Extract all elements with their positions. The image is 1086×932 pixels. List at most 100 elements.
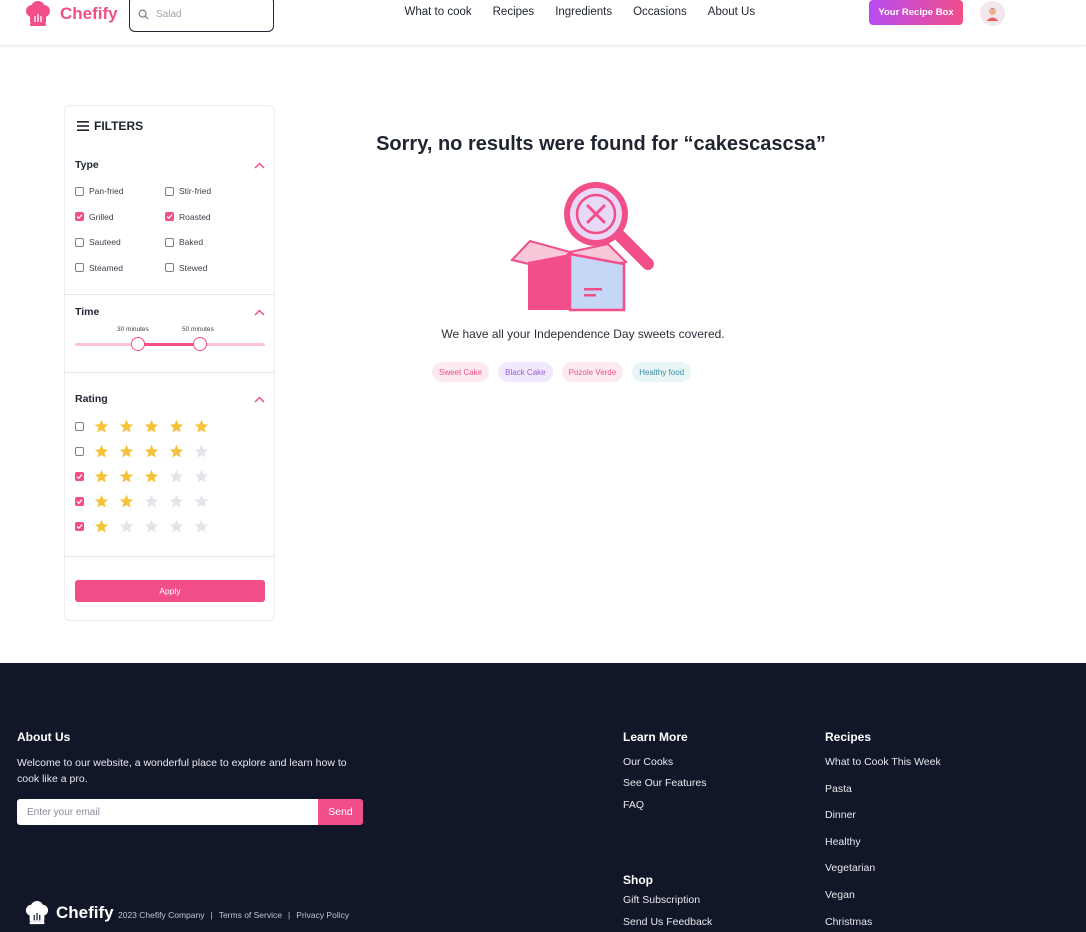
time-slider-min-handle[interactable]	[131, 337, 145, 351]
top-navbar: Chefify What to cook Recipes Ingredients…	[0, 0, 1086, 46]
nav-ingredients[interactable]: Ingredients	[545, 6, 623, 18]
type-section-header[interactable]: Type	[75, 159, 265, 171]
chevron-up-icon[interactable]	[254, 395, 265, 403]
type-option-pan-fried[interactable]: Pan-fried	[75, 186, 124, 196]
main-nav: What to cook Recipes Ingredients Occasio…	[394, 6, 766, 18]
footer-legal: 2023 Chefify Company | Terms of Service …	[118, 910, 349, 920]
type-option-stir-fried[interactable]: Stir-fried	[165, 186, 211, 196]
footer-link-vegetarian[interactable]: Vegetarian	[825, 862, 875, 874]
star-filled-icon	[119, 494, 134, 508]
terms-link[interactable]: Terms of Service	[219, 910, 282, 920]
checkbox[interactable]	[75, 497, 84, 506]
footer-link-faq[interactable]: FAQ	[623, 799, 644, 811]
type-option-roasted[interactable]: Roasted	[165, 212, 211, 222]
star-rating	[94, 519, 209, 534]
site-footer: About Us Welcome to our website, a wonde…	[0, 663, 1086, 932]
separator: |	[287, 910, 291, 920]
checkbox[interactable]	[75, 472, 84, 481]
nav-occasions[interactable]: Occasions	[623, 6, 698, 18]
rating-heading: Rating	[75, 393, 108, 405]
chevron-up-icon[interactable]	[254, 161, 265, 169]
type-heading: Type	[75, 159, 99, 171]
rating-option-5-stars[interactable]	[75, 419, 209, 434]
search-box[interactable]	[129, 0, 274, 32]
star-empty-icon	[194, 519, 209, 533]
chef-hat-icon	[26, 1, 50, 26]
checkbox[interactable]	[165, 186, 174, 196]
checkbox[interactable]	[165, 237, 174, 247]
rating-option-2-stars[interactable]	[75, 494, 209, 509]
time-section-header[interactable]: Time	[75, 306, 265, 318]
star-filled-icon	[94, 469, 109, 483]
checkbox-label: Sauteed	[89, 237, 121, 247]
footer-link-pasta[interactable]: Pasta	[825, 783, 852, 795]
star-empty-icon	[119, 519, 134, 533]
nav-about-us[interactable]: About Us	[697, 6, 765, 18]
tag-healthy-food[interactable]: Healthy food	[632, 362, 692, 382]
nav-what-to-cook[interactable]: What to cook	[394, 6, 482, 18]
brand-name: Chefify	[60, 4, 118, 23]
checkbox[interactable]	[75, 237, 84, 247]
privacy-link[interactable]: Privacy Policy	[296, 910, 349, 920]
time-slider-max-handle[interactable]	[193, 337, 207, 351]
footer-link-feedback[interactable]: Send Us Feedback	[623, 916, 712, 928]
footer-link-vegan[interactable]: Vegan	[825, 889, 855, 901]
tag-black-cake[interactable]: Black Cake	[498, 362, 553, 382]
footer-link-christmas[interactable]: Christmas	[825, 916, 872, 928]
star-empty-icon	[169, 494, 184, 508]
footer-link-what-to-cook[interactable]: What to Cook This Week	[825, 756, 941, 768]
star-filled-icon	[94, 494, 109, 508]
chef-hat-icon	[25, 901, 49, 925]
brand-logo[interactable]: Chefify	[24, 1, 118, 27]
your-recipe-box-button[interactable]: Your Recipe Box	[869, 0, 963, 25]
tag-pozole-verde[interactable]: Pozole Verde	[561, 362, 624, 382]
checkbox[interactable]	[165, 212, 174, 221]
email-field[interactable]	[17, 799, 318, 825]
rating-option-1-stars[interactable]	[75, 519, 209, 534]
rating-section-header[interactable]: Rating	[75, 393, 265, 405]
checkbox[interactable]	[75, 522, 84, 531]
nav-recipes[interactable]: Recipes	[482, 6, 545, 18]
type-option-baked[interactable]: Baked	[165, 237, 203, 247]
menu-icon	[77, 121, 89, 131]
footer-link-healthy[interactable]: Healthy	[825, 836, 861, 848]
rating-option-3-stars[interactable]	[75, 469, 209, 484]
star-filled-icon	[169, 419, 184, 433]
separator: |	[210, 910, 213, 920]
checkbox[interactable]	[75, 447, 84, 456]
footer-link-our-cooks[interactable]: Our Cooks	[623, 756, 673, 768]
star-filled-icon	[119, 469, 134, 483]
rating-option-4-stars[interactable]	[75, 444, 209, 459]
search-input[interactable]	[156, 8, 256, 20]
type-option-sauteed[interactable]: Sauteed	[75, 237, 121, 247]
star-filled-icon	[119, 444, 134, 458]
time-min-label: 30 minutes	[117, 326, 149, 333]
checkbox[interactable]	[75, 186, 84, 196]
star-filled-icon	[194, 419, 209, 433]
send-button[interactable]: Send	[318, 799, 363, 825]
suggested-tags: Sweet Cake Black Cake Pozole Verde Healt…	[432, 362, 692, 382]
checkbox[interactable]	[75, 263, 84, 272]
type-option-grilled[interactable]: Grilled	[75, 212, 114, 222]
apply-button[interactable]: Apply	[75, 580, 265, 602]
footer-about-text: Welcome to our website, a wonderful plac…	[17, 757, 347, 785]
footer-learn-more-heading: Learn More	[623, 730, 688, 744]
user-avatar-icon	[986, 8, 999, 21]
star-rating	[94, 419, 209, 434]
star-filled-icon	[144, 419, 159, 433]
footer-link-features[interactable]: See Our Features	[623, 777, 706, 789]
checkbox[interactable]	[75, 422, 84, 431]
star-rating	[94, 469, 209, 484]
checkbox[interactable]	[75, 212, 84, 221]
footer-link-dinner[interactable]: Dinner	[825, 809, 856, 821]
avatar[interactable]	[980, 1, 1005, 26]
type-option-stewed[interactable]: Stewed	[165, 263, 207, 273]
tag-sweet-cake[interactable]: Sweet Cake	[432, 362, 490, 382]
star-empty-icon	[194, 444, 209, 458]
star-filled-icon	[94, 419, 109, 433]
type-option-steamed[interactable]: Steamed	[75, 263, 123, 273]
footer-link-gift-subscription[interactable]: Gift Subscription	[623, 894, 700, 906]
footer-brand-logo[interactable]: Chefify	[24, 901, 114, 925]
chevron-up-icon[interactable]	[254, 308, 265, 316]
checkbox[interactable]	[165, 263, 174, 272]
